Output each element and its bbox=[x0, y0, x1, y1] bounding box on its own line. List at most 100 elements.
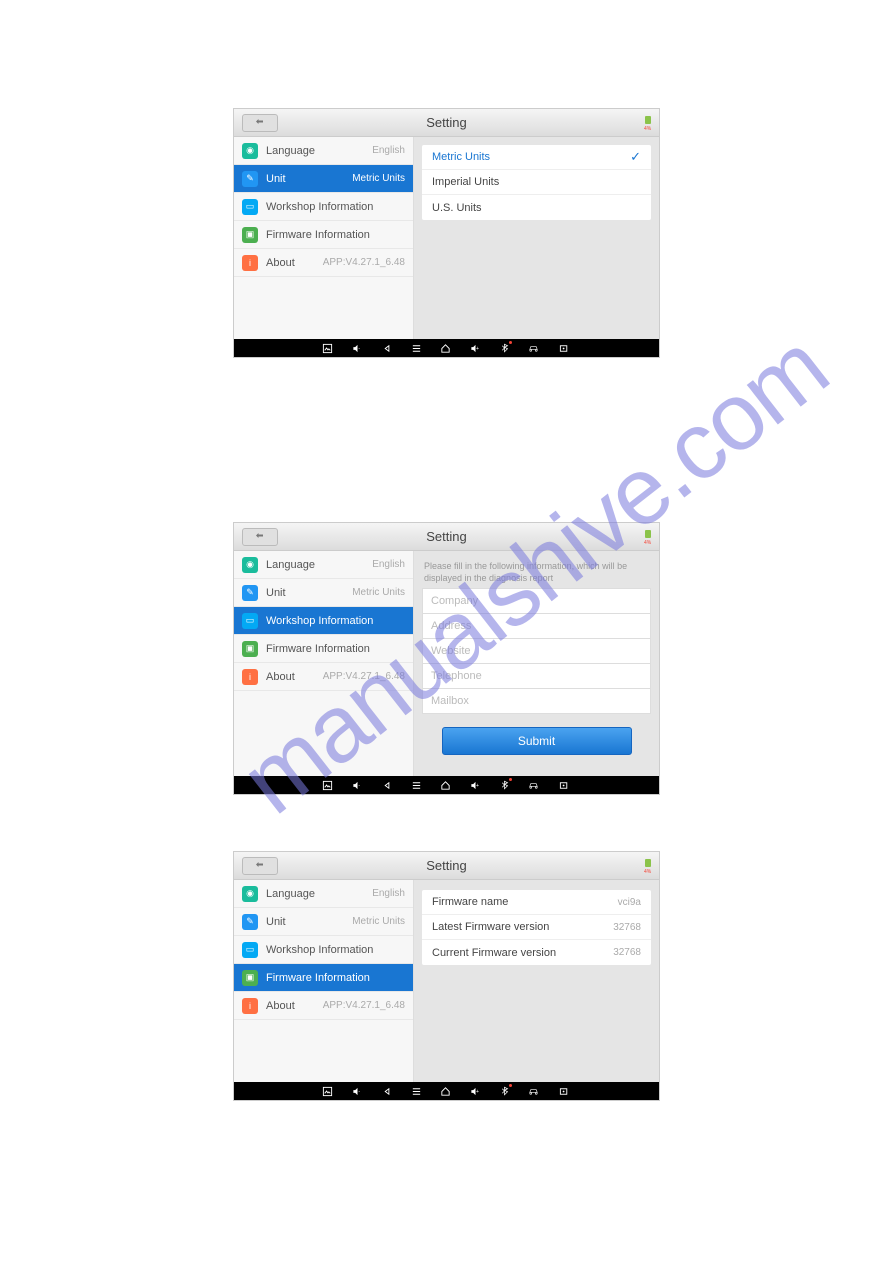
sidebar-item-value: APP:V4.27.1_6.48 bbox=[323, 1000, 405, 1011]
bluetooth-icon[interactable] bbox=[500, 779, 509, 791]
firmware-info-list: Firmware name vci9a Latest Firmware vers… bbox=[422, 890, 651, 965]
telephone-field[interactable]: Telephone bbox=[422, 663, 651, 689]
screenshot-icon[interactable] bbox=[322, 1086, 333, 1097]
back-button[interactable] bbox=[242, 528, 278, 546]
sidebar-item-unit[interactable]: ✎ Unit Metric Units bbox=[234, 908, 413, 936]
menu-icon[interactable] bbox=[411, 780, 422, 791]
volume-up-icon[interactable]: + bbox=[469, 1086, 482, 1097]
sidebar-item-firmware[interactable]: ▣ Firmware Information bbox=[234, 635, 413, 663]
screenshot-unit: Setting 4% ◉ Language English ✎ Unit Met… bbox=[233, 108, 660, 358]
sidebar-item-unit[interactable]: ✎ Unit Metric Units bbox=[234, 165, 413, 193]
header-bar: Setting 4% bbox=[234, 523, 659, 551]
back-button[interactable] bbox=[242, 114, 278, 132]
home-icon[interactable] bbox=[440, 1086, 451, 1097]
sidebar-item-value: English bbox=[372, 888, 405, 899]
sidebar-item-label: Firmware Information bbox=[266, 229, 405, 241]
page-title: Setting bbox=[426, 115, 466, 130]
firmware-name-row: Firmware name vci9a bbox=[422, 890, 651, 915]
screenshot-workshop: Setting 4% ◉ Language English ✎ Unit Met… bbox=[233, 522, 660, 795]
sidebar-item-value: Metric Units bbox=[352, 916, 405, 927]
record-icon[interactable] bbox=[558, 1086, 571, 1097]
back-nav-icon[interactable] bbox=[382, 343, 393, 354]
settings-sidebar: ◉ Language English ✎ Unit Metric Units ▭… bbox=[234, 137, 414, 339]
website-field[interactable]: Website bbox=[422, 638, 651, 664]
screenshot-icon[interactable] bbox=[322, 343, 333, 354]
info-icon: i bbox=[242, 255, 258, 271]
back-icon bbox=[253, 117, 267, 129]
home-icon[interactable] bbox=[440, 780, 451, 791]
option-imperial[interactable]: Imperial Units bbox=[422, 170, 651, 195]
sidebar-item-value: APP:V4.27.1_6.48 bbox=[323, 671, 405, 682]
company-field[interactable]: Company bbox=[422, 588, 651, 614]
system-navbar: - + bbox=[234, 1082, 659, 1100]
sidebar-item-workshop[interactable]: ▭ Workshop Information bbox=[234, 936, 413, 964]
sidebar-item-value: APP:V4.27.1_6.48 bbox=[323, 257, 405, 268]
sidebar-item-label: Firmware Information bbox=[266, 972, 405, 984]
submit-button[interactable]: Submit bbox=[442, 727, 632, 755]
address-field[interactable]: Address bbox=[422, 613, 651, 639]
sidebar-item-label: About bbox=[266, 671, 323, 683]
menu-icon[interactable] bbox=[411, 343, 422, 354]
sidebar-item-workshop[interactable]: ▭ Workshop Information bbox=[234, 607, 413, 635]
volume-up-icon[interactable]: + bbox=[469, 780, 482, 791]
mailbox-field[interactable]: Mailbox bbox=[422, 688, 651, 714]
sidebar-item-label: Workshop Information bbox=[266, 615, 405, 627]
info-value: 32768 bbox=[613, 922, 641, 933]
sidebar-item-unit[interactable]: ✎ Unit Metric Units bbox=[234, 579, 413, 607]
globe-icon: ◉ bbox=[242, 143, 258, 159]
sidebar-item-about[interactable]: i About APP:V4.27.1_6.48 bbox=[234, 992, 413, 1020]
home-icon[interactable] bbox=[440, 343, 451, 354]
pencil-icon: ✎ bbox=[242, 171, 258, 187]
sidebar-item-about[interactable]: i About APP:V4.27.1_6.48 bbox=[234, 249, 413, 277]
volume-down-icon[interactable]: - bbox=[351, 1086, 364, 1097]
screenshot-icon[interactable] bbox=[322, 780, 333, 791]
volume-up-icon[interactable]: + bbox=[469, 343, 482, 354]
svg-text:4%: 4% bbox=[644, 869, 652, 873]
volume-down-icon[interactable]: - bbox=[351, 343, 364, 354]
sidebar-item-language[interactable]: ◉ Language English bbox=[234, 551, 413, 579]
back-nav-icon[interactable] bbox=[382, 1086, 393, 1097]
svg-text:+: + bbox=[476, 1088, 479, 1094]
connection-status-icon: 4% bbox=[643, 859, 653, 873]
back-icon bbox=[253, 531, 267, 543]
back-nav-icon[interactable] bbox=[382, 780, 393, 791]
record-icon[interactable] bbox=[558, 780, 571, 791]
car-icon[interactable] bbox=[527, 343, 540, 354]
info-label: Firmware name bbox=[432, 896, 508, 908]
sidebar-item-firmware[interactable]: ▣ Firmware Information bbox=[234, 221, 413, 249]
sidebar-item-firmware[interactable]: ▣ Firmware Information bbox=[234, 964, 413, 992]
record-icon[interactable] bbox=[558, 343, 571, 354]
chip-icon: ▣ bbox=[242, 641, 258, 657]
header-bar: Setting 4% bbox=[234, 109, 659, 137]
card-icon: ▭ bbox=[242, 613, 258, 629]
workshop-form-panel: Please fill in the following information… bbox=[414, 551, 659, 776]
chip-icon: ▣ bbox=[242, 227, 258, 243]
bluetooth-icon[interactable] bbox=[500, 1085, 509, 1097]
option-us[interactable]: U.S. Units bbox=[422, 195, 651, 220]
car-icon[interactable] bbox=[527, 780, 540, 791]
sidebar-item-about[interactable]: i About APP:V4.27.1_6.48 bbox=[234, 663, 413, 691]
back-button[interactable] bbox=[242, 857, 278, 875]
option-metric[interactable]: Metric Units ✓ bbox=[422, 145, 651, 170]
back-icon bbox=[253, 860, 267, 872]
car-icon[interactable] bbox=[527, 1086, 540, 1097]
svg-text:-: - bbox=[358, 782, 360, 788]
check-icon: ✓ bbox=[630, 149, 641, 165]
sidebar-item-label: Unit bbox=[266, 587, 352, 599]
latest-firmware-row: Latest Firmware version 32768 bbox=[422, 915, 651, 940]
card-icon: ▭ bbox=[242, 199, 258, 215]
menu-icon[interactable] bbox=[411, 1086, 422, 1097]
system-navbar: - + bbox=[234, 339, 659, 357]
sidebar-item-language[interactable]: ◉ Language English bbox=[234, 880, 413, 908]
sidebar-item-value: English bbox=[372, 559, 405, 570]
svg-text:-: - bbox=[358, 1088, 360, 1094]
sidebar-item-label: Firmware Information bbox=[266, 643, 405, 655]
info-icon: i bbox=[242, 998, 258, 1014]
workshop-input-list: Company Address Website Telephone Mailbo… bbox=[422, 588, 651, 713]
pencil-icon: ✎ bbox=[242, 914, 258, 930]
bluetooth-icon[interactable] bbox=[500, 342, 509, 354]
sidebar-item-language[interactable]: ◉ Language English bbox=[234, 137, 413, 165]
current-firmware-row: Current Firmware version 32768 bbox=[422, 940, 651, 965]
sidebar-item-workshop[interactable]: ▭ Workshop Information bbox=[234, 193, 413, 221]
volume-down-icon[interactable]: - bbox=[351, 780, 364, 791]
